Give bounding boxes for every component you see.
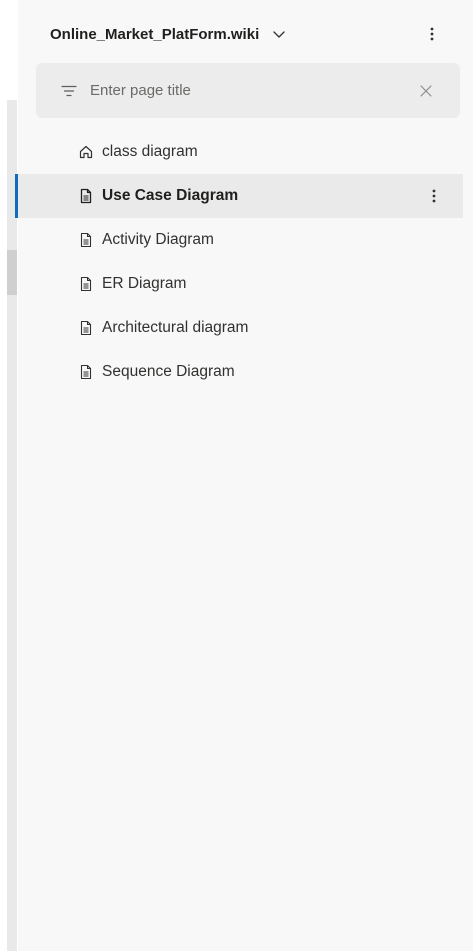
close-icon[interactable]: [418, 83, 434, 99]
page-icon: [78, 232, 94, 248]
tree-item-sequence-diagram[interactable]: Sequence Diagram: [18, 350, 463, 394]
tree-item-er-diagram[interactable]: ER Diagram: [18, 262, 463, 306]
scrollbar-track[interactable]: [7, 100, 17, 951]
filter-icon: [60, 82, 78, 100]
page-icon: [78, 364, 94, 380]
page-icon: [78, 188, 94, 204]
home-icon: [78, 144, 94, 160]
tree-item-use-case-diagram[interactable]: Use Case Diagram: [15, 174, 463, 218]
wiki-header: Online_Market_PlatForm.wiki: [18, 14, 473, 54]
chevron-down-icon[interactable]: [271, 26, 287, 42]
tree-item-label: class diagram: [102, 143, 198, 160]
tree-item-label: Use Case Diagram: [102, 187, 239, 204]
more-vertical-icon[interactable]: [425, 187, 443, 205]
page-title-filter-input[interactable]: [90, 82, 418, 99]
tree-item-activity-diagram[interactable]: Activity Diagram: [18, 218, 463, 262]
wiki-tree-panel: Online_Market_PlatForm.wiki Enter page t…: [0, 0, 473, 951]
page-filter-box: [36, 63, 460, 118]
tree-item-label: Activity Diagram: [102, 231, 214, 248]
scrollbar-thumb[interactable]: [7, 250, 17, 295]
more-vertical-icon[interactable]: [423, 25, 441, 43]
page-icon: [78, 320, 94, 336]
tree-item-label: Sequence Diagram: [102, 363, 235, 380]
wiki-name[interactable]: Online_Market_PlatForm.wiki: [50, 26, 259, 43]
tree-item-label: Architectural diagram: [102, 319, 249, 336]
tree-item-label: ER Diagram: [102, 275, 187, 292]
wiki-page-tree: class diagram Use Case Diagram Activity …: [15, 130, 463, 394]
tree-item-class-diagram[interactable]: class diagram: [18, 130, 463, 174]
page-icon: [78, 276, 94, 292]
tree-item-architectural-diagram[interactable]: Architectural diagram: [18, 306, 463, 350]
